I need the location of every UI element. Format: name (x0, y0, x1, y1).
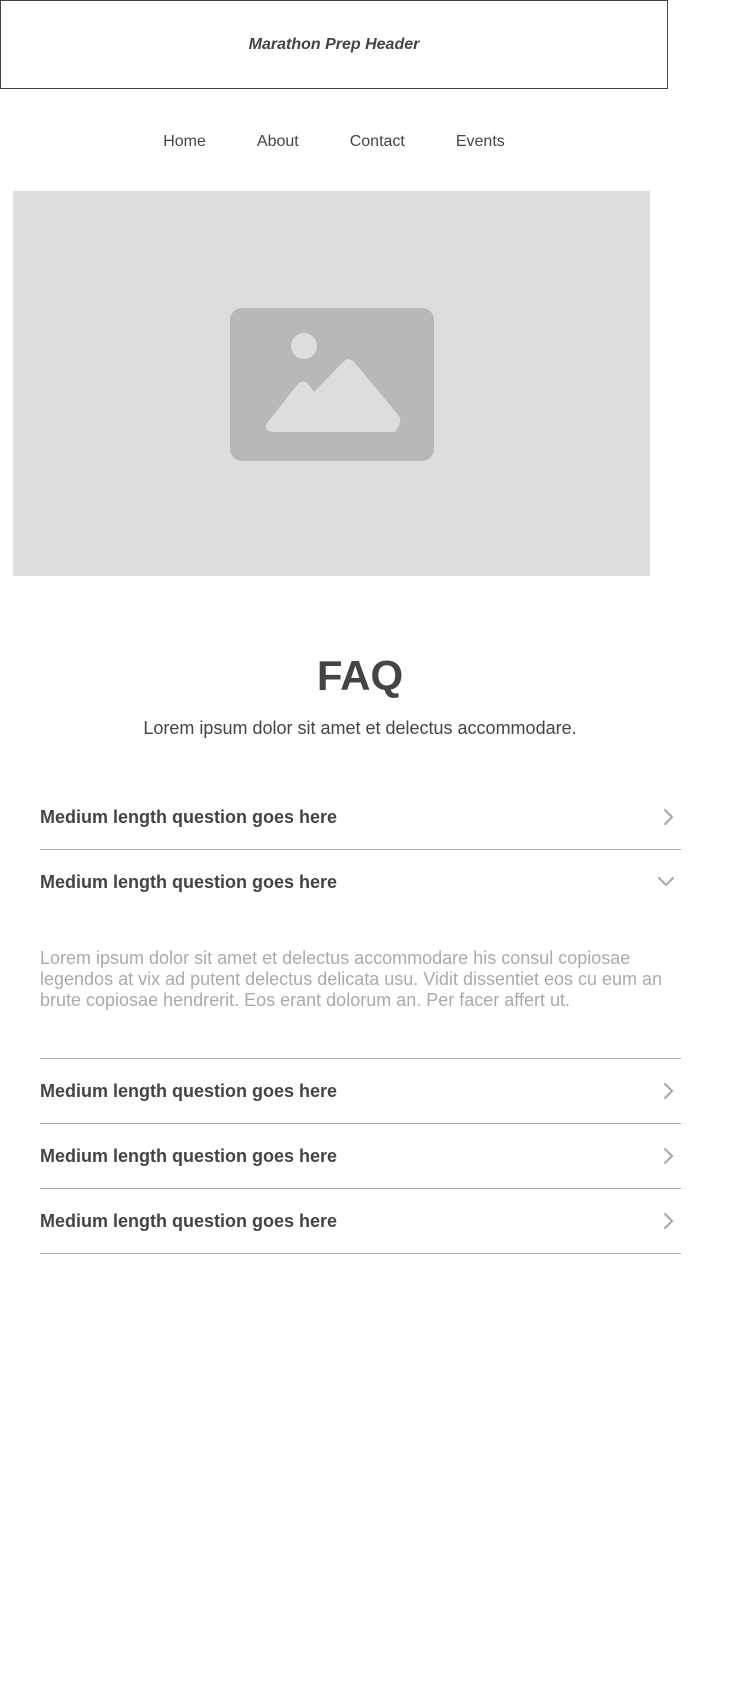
faq-question: Medium length question goes here (40, 806, 338, 827)
nav-item-home[interactable]: Home (163, 128, 206, 156)
faq-question: Medium length question goes here (40, 1080, 338, 1101)
faq-question-toggle[interactable]: Medium length question goes here (40, 1124, 681, 1188)
faq-question: Medium length question goes here (40, 871, 338, 892)
faq-question: Medium length question goes here (40, 1210, 338, 1231)
main-nav: Home About Contact Events (0, 128, 668, 156)
chevron-right-icon (663, 808, 674, 826)
chevron-right-icon (663, 1147, 674, 1165)
chevron-down-icon (657, 876, 675, 887)
faq-item-expanded: Medium length question goes here Lorem i… (40, 850, 681, 1059)
faq-subtitle: Lorem ipsum dolor sit amet et delectus a… (143, 718, 577, 738)
nav-item-contact[interactable]: Contact (350, 128, 405, 156)
faq-question-toggle[interactable]: Medium length question goes here (40, 1059, 681, 1123)
faq-title: FAQ (316, 652, 404, 699)
chevron-right-icon (663, 1082, 674, 1100)
faq-question-toggle[interactable]: Medium length question goes here (40, 1189, 681, 1253)
faq-question-toggle[interactable]: Medium length question goes here (40, 785, 681, 849)
nav-item-about[interactable]: About (257, 128, 299, 156)
chevron-right-icon (663, 1212, 674, 1230)
faq-item: Medium length question goes here (40, 1189, 681, 1254)
faq-item: Medium length question goes here (40, 1059, 681, 1124)
hero-image-placeholder (13, 191, 650, 576)
header-title: Marathon Prep Header (248, 35, 420, 53)
site-header: Marathon Prep Header (0, 0, 668, 89)
faq-question-toggle[interactable]: Medium length question goes here (40, 850, 681, 914)
faq-question: Medium length question goes here (40, 1145, 338, 1166)
image-placeholder-icon (229, 308, 434, 461)
faq-item: Medium length question goes here (40, 1124, 681, 1189)
faq-list: Medium length question goes here Medium … (40, 785, 681, 1254)
nav-item-events[interactable]: Events (456, 128, 505, 156)
faq-item: Medium length question goes here (40, 785, 681, 850)
faq-answer: Lorem ipsum dolor sit amet et delectus a… (40, 948, 663, 1010)
